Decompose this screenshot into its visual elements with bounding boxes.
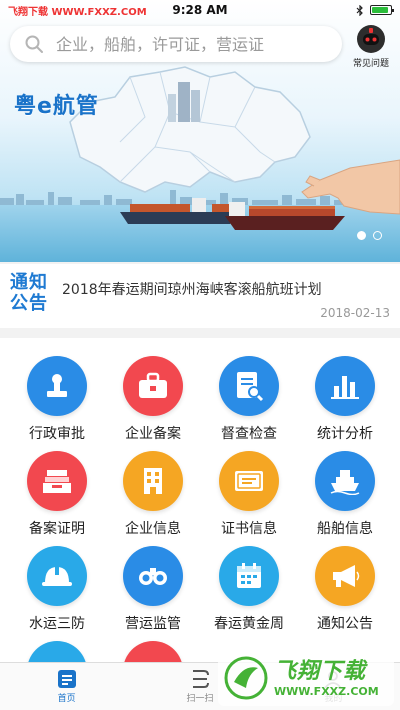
grid-item-ship-info[interactable]: 船舶信息 [295,451,395,538]
grid-label: 督查检查 [221,426,277,442]
grid-label: 营运监管 [125,616,181,632]
certificate-icon [219,451,279,511]
megaphone-icon [315,546,375,606]
watermark-text-block: 飞翔下载 WWW.FXXZ.COM [274,659,379,698]
grid-item-operation-supervision[interactable]: 营运监管 [103,546,203,633]
grid-label: 春运黄金周 [214,616,284,632]
grid-item-enterprise-info[interactable]: 企业信息 [103,451,203,538]
watermark-sub: WWW.FXXZ.COM [274,684,379,698]
hand-graphic [301,159,400,215]
tab-label: 首页 [57,694,76,704]
grid-label: 备案证明 [29,521,85,537]
partial-icon [27,641,87,664]
watermark-text: 飞翔下载 WWW.FXXZ.COM [8,6,147,18]
robot-icon [357,25,385,53]
tray-icon [27,451,87,511]
faq-label: 常见问题 [352,59,389,69]
document-search-icon [219,356,279,416]
grid-label: 行政审批 [29,426,85,442]
ship-icon [315,451,375,511]
helmet-icon [27,546,87,606]
grid-item-enterprise-filing[interactable]: 企业备案 [103,356,203,443]
search-bar[interactable] [10,26,342,62]
grid-label: 企业备案 [125,426,181,442]
grid-label: 企业信息 [125,521,181,537]
bluetooth-icon [356,4,363,16]
watermark-overlay: 飞翔下载 WWW.FXXZ.COM [218,650,394,706]
status-right [356,4,394,16]
function-grid: 行政审批 企业备案 督查检查 统计分析 备案证明 企业信息 证书信息 船舶信息 … [0,338,400,664]
building-icon [123,451,183,511]
tab-label: 扫一扫 [186,694,214,704]
grid-item-partial-2[interactable] [103,641,203,664]
grid-label: 证书信息 [221,521,277,537]
briefcase-icon [123,356,183,416]
status-time: 9:28 AM [172,3,228,17]
grid-item-notice[interactable]: 通知公告 [295,546,395,633]
calendar-icon [219,546,279,606]
binoculars-icon [123,546,183,606]
carousel-dot-2[interactable] [373,231,382,240]
notice-title[interactable]: 2018年春运期间琼州海峡客滚船航班计划 [62,279,322,299]
watermark-main: 飞翔下载 [274,658,367,684]
home-screen: 粤e航管 飞翔下载 WWW.FXXZ.COM 9:28 AM 企业，船舶，许可证… [0,0,400,710]
partial-icon [123,641,183,664]
grid-item-statistical-analysis[interactable]: 统计分析 [295,356,395,443]
grid-label: 船舶信息 [317,521,373,537]
battery-icon [370,5,394,15]
grid-item-certificate-info[interactable]: 证书信息 [199,451,299,538]
bar-chart-icon [315,356,375,416]
tab-home[interactable]: 首页 [0,663,133,710]
grid-item-administrative-approval[interactable]: 行政审批 [7,356,107,443]
carousel-dot-1[interactable] [357,231,366,240]
notice-bar[interactable]: 通知公告 2018年春运期间琼州海峡客滚船航班计划 2018-02-13 [0,264,400,328]
grid-label: 水运三防 [29,616,85,632]
scan-icon [192,670,209,688]
status-bar: 飞翔下载 WWW.FXXZ.COM 9:28 AM [0,0,400,20]
carousel-indicator[interactable] [357,231,382,240]
faq-button[interactable]: 常见问题 [348,24,394,69]
grid-item-spring-festival-golden-week[interactable]: 春运黄金周 [199,546,299,633]
banner-logo: 粤e航管 [14,94,99,119]
notice-badge: 通知公告 [10,272,48,314]
home-icon [57,670,76,688]
notice-date: 2018-02-13 [320,306,390,320]
grid-item-supervision-inspection[interactable]: 督查检查 [199,356,299,443]
grid-item-partial-1[interactable] [7,641,107,664]
watermark-logo-icon [224,656,268,700]
grid-label: 统计分析 [317,426,373,442]
status-left: 飞翔下载 WWW.FXXZ.COM [8,3,147,18]
cargo-ship-graphic [120,198,240,224]
stamp-icon [27,356,87,416]
grid-item-filing-certificate[interactable]: 备案证明 [7,451,107,538]
grid-label: 通知公告 [317,616,373,632]
search-input[interactable] [56,34,316,54]
search-icon [25,35,43,53]
grid-item-waterway-safety[interactable]: 水运三防 [7,546,107,633]
